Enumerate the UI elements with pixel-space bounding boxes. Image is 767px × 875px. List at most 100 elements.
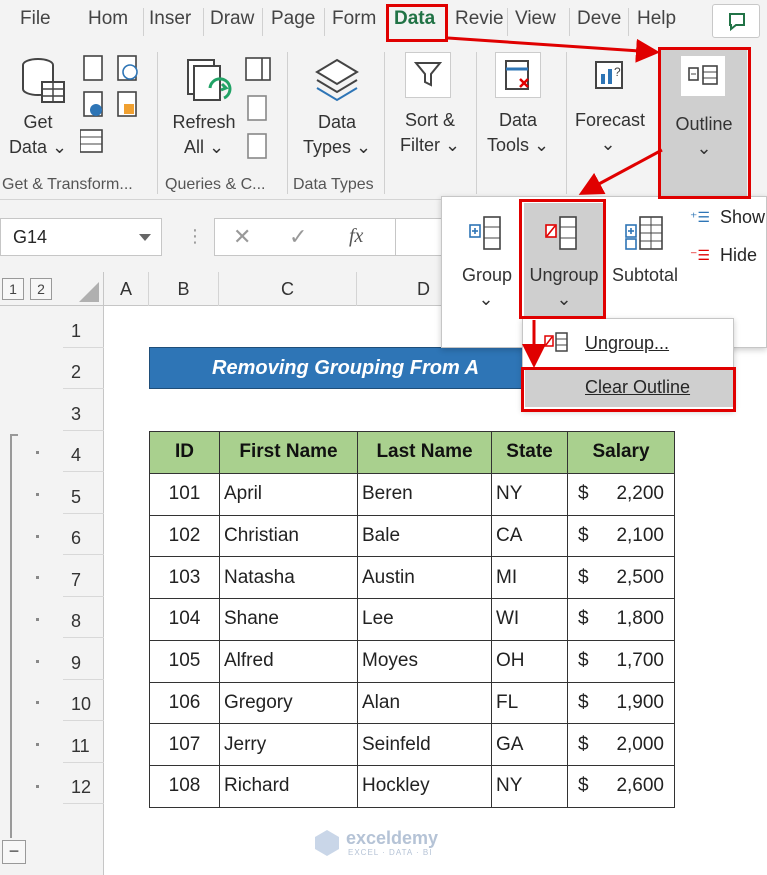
table-header-cell[interactable]: Last Name bbox=[357, 431, 492, 474]
table-cell[interactable]: Alan bbox=[357, 681, 492, 725]
table-cell[interactable]: 103 bbox=[149, 556, 220, 599]
row-header[interactable]: 9 bbox=[63, 638, 104, 680]
table-cell[interactable]: $1,700 bbox=[567, 639, 675, 683]
group-separator bbox=[287, 52, 288, 194]
table-cell[interactable]: Beren bbox=[357, 472, 492, 516]
table-cell[interactable]: $2,100 bbox=[567, 514, 675, 558]
table-cell[interactable]: Natasha bbox=[219, 556, 358, 599]
table-cell[interactable]: CA bbox=[491, 514, 568, 558]
table-cell[interactable]: Moyes bbox=[357, 639, 492, 683]
outline-dot bbox=[36, 743, 39, 746]
table-row: 105 Alfred Moyes OH $1,700 bbox=[149, 639, 675, 683]
ungroup-menu-item[interactable]: Ungroup... bbox=[523, 325, 733, 363]
table-cell[interactable]: FL bbox=[491, 681, 568, 725]
table-cell[interactable]: MI bbox=[491, 556, 568, 599]
tab-formulas[interactable]: Form bbox=[332, 8, 376, 30]
row-header[interactable]: 1 bbox=[63, 306, 104, 348]
table-cell[interactable]: $2,000 bbox=[567, 723, 675, 766]
table-cell[interactable]: 104 bbox=[149, 598, 220, 641]
table-header-cell[interactable]: First Name bbox=[219, 431, 358, 474]
dropdown-arrow-icon[interactable] bbox=[139, 234, 151, 241]
table-cell[interactable]: Richard bbox=[219, 765, 358, 808]
row-header[interactable]: 8 bbox=[63, 597, 104, 638]
tab-review[interactable]: Revie bbox=[455, 8, 504, 30]
formula-input[interactable] bbox=[396, 218, 446, 256]
row-header[interactable]: 4 bbox=[63, 431, 104, 472]
row-header[interactable]: 2 bbox=[63, 348, 104, 389]
tab-file[interactable]: File bbox=[20, 8, 51, 30]
column-header-b[interactable]: B bbox=[149, 272, 219, 306]
name-box[interactable]: G14 bbox=[0, 218, 162, 256]
tab-home[interactable]: Hom bbox=[88, 8, 128, 30]
tab-page-layout[interactable]: Page bbox=[271, 8, 315, 30]
collapse-group-button[interactable]: − bbox=[2, 840, 26, 864]
outline-dot bbox=[36, 535, 39, 538]
table-cell[interactable]: $2,600 bbox=[567, 765, 675, 808]
insert-function-icon[interactable]: fx bbox=[349, 225, 363, 248]
table-cell[interactable]: Seinfeld bbox=[357, 723, 492, 766]
table-cell[interactable]: Austin bbox=[357, 556, 492, 599]
enter-icon[interactable]: ✓ bbox=[289, 224, 307, 250]
group-title-get-transform: Get & Transform... bbox=[2, 176, 133, 193]
column-header-c[interactable]: C bbox=[219, 272, 357, 306]
row-header[interactable]: 7 bbox=[63, 555, 104, 597]
table-cell[interactable]: $1,800 bbox=[567, 598, 675, 641]
table-header-cell[interactable]: Salary bbox=[567, 431, 675, 474]
tab-help[interactable]: Help bbox=[637, 8, 676, 30]
outline-level-2-button[interactable]: 2 bbox=[30, 278, 52, 300]
table-cell[interactable]: Shane bbox=[219, 598, 358, 641]
row-header[interactable]: 5 bbox=[63, 472, 104, 514]
table-cell[interactable]: April bbox=[219, 472, 358, 516]
show-detail-button[interactable]: ⁺☰ Show bbox=[688, 207, 767, 235]
table-cell[interactable]: Alfred bbox=[219, 639, 358, 683]
drag-handle-icon[interactable]: ⋮ bbox=[186, 226, 204, 247]
group-button[interactable]: Group ⌄ bbox=[450, 207, 520, 317]
row-header[interactable]: 12 bbox=[63, 763, 104, 804]
row-header[interactable]: 10 bbox=[63, 680, 104, 721]
table-cell[interactable]: $1,900 bbox=[567, 681, 675, 725]
row-header[interactable]: 6 bbox=[63, 514, 104, 555]
table-cell[interactable]: 108 bbox=[149, 765, 220, 808]
table-cell[interactable]: Bale bbox=[357, 514, 492, 558]
group-title-data-types: Data Types bbox=[293, 176, 374, 193]
table-cell[interactable]: Jerry bbox=[219, 723, 358, 766]
table-cell[interactable]: $2,500 bbox=[567, 556, 675, 599]
get-transform-small-icons[interactable] bbox=[80, 54, 142, 164]
table-cell[interactable]: Lee bbox=[357, 598, 492, 641]
table-cell[interactable]: 106 bbox=[149, 681, 220, 725]
hide-detail-button[interactable]: ⁻☰ Hide bbox=[688, 245, 767, 273]
cancel-icon[interactable]: ✕ bbox=[233, 224, 251, 250]
queries-small-icons[interactable] bbox=[244, 56, 274, 168]
table-cell[interactable]: $2,200 bbox=[567, 472, 675, 516]
table-cell[interactable]: Christian bbox=[219, 514, 358, 558]
table-cell[interactable]: 102 bbox=[149, 514, 220, 558]
watermark-tagline: EXCEL · DATA · BI bbox=[348, 848, 433, 857]
tab-separator bbox=[628, 8, 629, 36]
table-cell[interactable]: 105 bbox=[149, 639, 220, 683]
outline-level-1-button[interactable]: 1 bbox=[2, 278, 24, 300]
table-cell[interactable]: WI bbox=[491, 598, 568, 641]
table-cell[interactable]: 101 bbox=[149, 472, 220, 516]
table-cell[interactable]: NY bbox=[491, 765, 568, 808]
row-header[interactable]: 11 bbox=[63, 721, 104, 763]
column-header-a[interactable]: A bbox=[104, 272, 149, 306]
tab-draw[interactable]: Draw bbox=[210, 8, 254, 30]
data-tools-label: Data Tools ⌄ bbox=[486, 110, 550, 155]
tab-view[interactable]: View bbox=[515, 8, 556, 30]
comments-button[interactable] bbox=[712, 4, 760, 38]
subtotal-button[interactable]: Subtotal bbox=[608, 207, 682, 317]
table-cell[interactable]: Gregory bbox=[219, 681, 358, 725]
tab-insert[interactable]: Inser bbox=[149, 8, 191, 30]
table-header-cell[interactable]: State bbox=[491, 431, 568, 474]
table-cell[interactable]: 107 bbox=[149, 723, 220, 766]
table-cell[interactable]: Hockley bbox=[357, 765, 492, 808]
table-cell[interactable]: NY bbox=[491, 472, 568, 516]
table-cell[interactable]: OH bbox=[491, 639, 568, 683]
table-cell[interactable]: GA bbox=[491, 723, 568, 766]
tab-developer[interactable]: Deve bbox=[577, 8, 621, 30]
select-all-corner[interactable] bbox=[63, 272, 104, 306]
ungroup-item-label: Ungroup... bbox=[585, 333, 670, 353]
outline-dot bbox=[36, 451, 39, 454]
table-header-cell[interactable]: ID bbox=[149, 431, 220, 474]
row-header[interactable]: 3 bbox=[63, 389, 104, 431]
